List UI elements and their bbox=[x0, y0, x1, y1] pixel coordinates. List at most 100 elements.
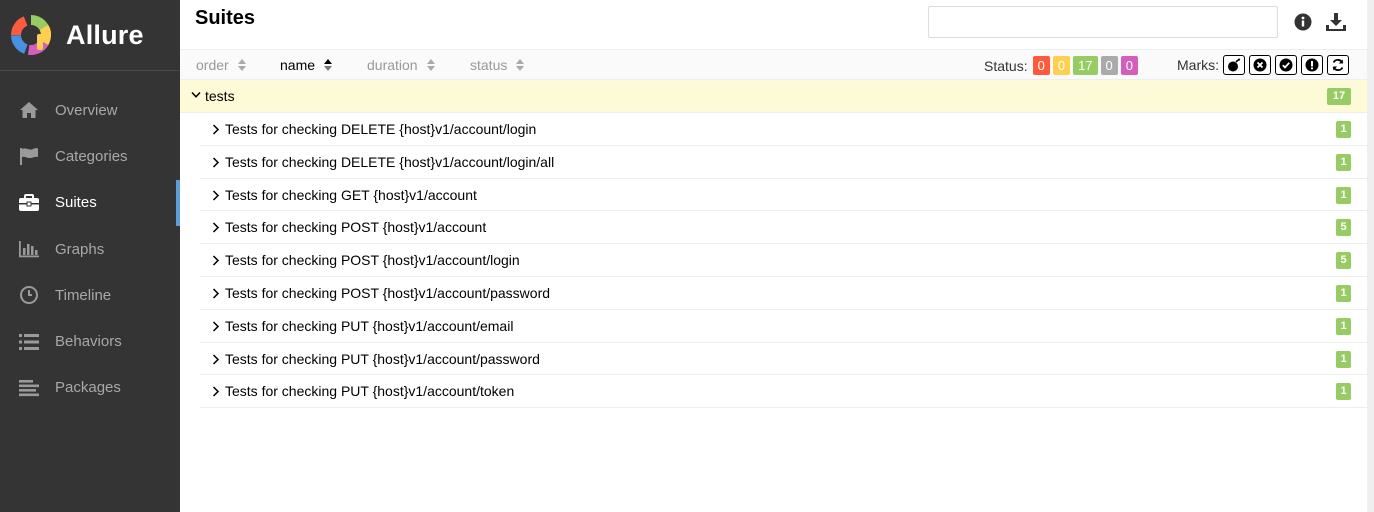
sidebar-item-label: Packages bbox=[55, 379, 121, 397]
tree-row-count-badge: 1 bbox=[1336, 153, 1351, 171]
sort-arrows-icon bbox=[237, 59, 246, 71]
chevron-right-icon bbox=[212, 321, 220, 332]
sidebar-item-packages[interactable]: Packages bbox=[0, 365, 180, 411]
tree-row[interactable]: Tests for checking POST {host}v1/account… bbox=[200, 244, 1367, 277]
tree-row[interactable]: Tests for checking DELETE {host}v1/accou… bbox=[200, 146, 1367, 179]
sort-arrows-icon bbox=[324, 59, 333, 71]
sidebar-item-behaviors[interactable]: Behaviors bbox=[0, 318, 180, 364]
sidebar-item-timeline[interactable]: Timeline bbox=[0, 272, 180, 318]
sidebar-item-label: Timeline bbox=[55, 286, 112, 304]
tree-row[interactable]: Tests for checking PUT {host}v1/account/… bbox=[200, 310, 1367, 343]
align-left-icon bbox=[18, 377, 40, 399]
chevron-right-icon bbox=[212, 354, 220, 365]
tree-row[interactable]: Tests for checking PUT {host}v1/account/… bbox=[200, 375, 1367, 409]
sidebar-item-categories[interactable]: Categories bbox=[0, 133, 180, 179]
group-name: tests bbox=[205, 88, 235, 104]
tree-row-name: Tests for checking PUT {host}v1/account/… bbox=[225, 350, 540, 367]
tree-row-name: Tests for checking POST {host}v1/account… bbox=[225, 284, 551, 301]
check-circle-icon[interactable] bbox=[1275, 55, 1297, 75]
tree-row-count-badge: 1 bbox=[1336, 186, 1351, 204]
tree-row-name: Tests for checking PUT {host}v1/account/… bbox=[225, 317, 514, 334]
tree-row[interactable]: Tests for checking POST {host}v1/account… bbox=[200, 211, 1367, 245]
tree-row-count-badge: 5 bbox=[1336, 219, 1351, 237]
info-icon[interactable] bbox=[1293, 12, 1313, 32]
chevron-right-icon bbox=[212, 190, 220, 201]
sidebar-item-label: Overview bbox=[55, 101, 118, 119]
sort-duration[interactable]: duration bbox=[367, 57, 435, 73]
status-failed-toggle[interactable]: 0 bbox=[1032, 56, 1050, 75]
app-name: Allure bbox=[66, 19, 144, 50]
clock-icon bbox=[18, 284, 40, 306]
main-panel: Suites order name duration status Status… bbox=[180, 0, 1367, 512]
sort-label: status bbox=[470, 57, 508, 73]
sort-label: duration bbox=[367, 57, 418, 73]
tree-row[interactable]: Tests for checking DELETE {host}v1/accou… bbox=[200, 113, 1367, 146]
briefcase-icon bbox=[18, 192, 40, 214]
chevron-right-icon bbox=[212, 222, 220, 233]
search-input[interactable] bbox=[928, 6, 1278, 38]
allure-logo-icon bbox=[11, 15, 51, 55]
tree-group-row[interactable]: tests 17 bbox=[180, 80, 1367, 113]
list-icon bbox=[18, 331, 40, 353]
status-filter: Status: 0 0 17 0 0 bbox=[984, 56, 1141, 75]
brand[interactable]: Allure bbox=[0, 0, 180, 71]
sort-name[interactable]: name bbox=[280, 57, 333, 73]
sidebar-item-label: Categories bbox=[55, 147, 128, 165]
group-count-badge: 17 bbox=[1327, 88, 1351, 105]
right-gutter bbox=[1367, 0, 1374, 512]
sidebar-item-label: Graphs bbox=[55, 240, 105, 258]
download-icon[interactable] bbox=[1325, 12, 1346, 32]
tree-row-count-badge: 1 bbox=[1336, 383, 1351, 401]
bar-chart-icon bbox=[18, 238, 40, 260]
sort-status[interactable]: status bbox=[470, 57, 525, 73]
sort-order[interactable]: order bbox=[196, 57, 246, 73]
suites-tree: tests 17 Tests for checking DELETE {host… bbox=[180, 80, 1367, 409]
chevron-down-icon bbox=[191, 91, 201, 98]
sidebar: Allure Overview Categories Suites Graphs bbox=[0, 0, 180, 512]
chevron-right-icon bbox=[212, 157, 220, 168]
marks-filter-label: Marks: bbox=[1177, 57, 1219, 73]
tree-row-count-badge: 1 bbox=[1336, 284, 1351, 302]
exclamation-icon[interactable] bbox=[1301, 55, 1323, 75]
sidebar-item-label: Behaviors bbox=[55, 333, 122, 351]
tree-row-name: Tests for checking DELETE {host}v1/accou… bbox=[225, 121, 537, 137]
chevron-right-icon bbox=[212, 255, 220, 266]
sidebar-item-overview[interactable]: Overview bbox=[0, 87, 180, 133]
chevron-right-icon bbox=[212, 288, 220, 299]
tree-row[interactable]: Tests for checking GET {host}v1/account … bbox=[200, 179, 1367, 212]
sort-label: order bbox=[196, 57, 229, 73]
sidebar-nav: Overview Categories Suites Graphs Timeli… bbox=[0, 87, 180, 411]
tree-row-count-badge: 1 bbox=[1336, 121, 1351, 138]
bomb-icon[interactable] bbox=[1223, 55, 1245, 75]
tree-row-name: Tests for checking POST {host}v1/account bbox=[225, 219, 487, 236]
sidebar-item-suites[interactable]: Suites bbox=[0, 179, 180, 227]
tree-row-name: Tests for checking DELETE {host}v1/accou… bbox=[225, 153, 555, 170]
flag-icon bbox=[18, 145, 40, 167]
status-filter-label: Status: bbox=[984, 57, 1028, 74]
sort-arrows-icon bbox=[426, 59, 435, 71]
topbar: Suites bbox=[180, 0, 1367, 49]
chevron-right-icon bbox=[212, 386, 220, 397]
tree-row[interactable]: Tests for checking POST {host}v1/account… bbox=[200, 277, 1367, 310]
sort-arrows-icon bbox=[516, 59, 525, 71]
sort-label: name bbox=[280, 57, 316, 73]
status-passed-toggle[interactable]: 17 bbox=[1073, 56, 1098, 75]
status-unknown-toggle[interactable]: 0 bbox=[1120, 56, 1138, 75]
tree-row[interactable]: Tests for checking PUT {host}v1/account/… bbox=[200, 343, 1367, 376]
close-circle-icon[interactable] bbox=[1249, 55, 1271, 75]
marks-filter: Marks: bbox=[1177, 55, 1353, 75]
status-broken-toggle[interactable]: 0 bbox=[1052, 56, 1071, 75]
chevron-right-icon bbox=[212, 124, 220, 135]
sidebar-item-graphs[interactable]: Graphs bbox=[0, 226, 180, 272]
sort-bar: order name duration status Status: 0 0 1… bbox=[180, 49, 1367, 80]
tree-row-name: Tests for checking GET {host}v1/account bbox=[225, 186, 477, 203]
page-title: Suites bbox=[195, 7, 256, 29]
refresh-icon[interactable] bbox=[1327, 55, 1349, 75]
tree-row-name: Tests for checking POST {host}v1/account… bbox=[225, 252, 520, 269]
tree-row-count-badge: 1 bbox=[1336, 350, 1351, 368]
tree-row-name: Tests for checking PUT {host}v1/account/… bbox=[225, 383, 515, 400]
sidebar-item-label: Suites bbox=[55, 194, 97, 212]
home-icon bbox=[18, 99, 40, 121]
tree-row-count-badge: 1 bbox=[1336, 317, 1351, 335]
status-skipped-toggle[interactable]: 0 bbox=[1100, 56, 1118, 75]
